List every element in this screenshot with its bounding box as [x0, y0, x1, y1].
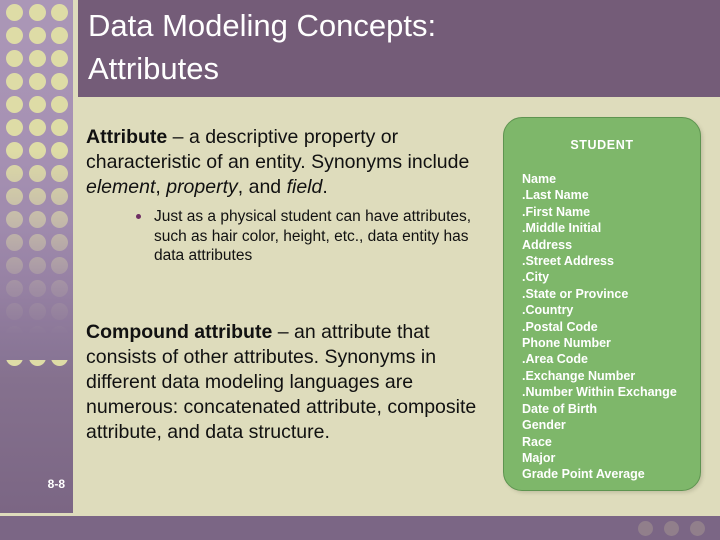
entity-attribute-item: Race	[522, 434, 552, 449]
entity-attribute-item: Date of Birth	[522, 401, 597, 416]
entity-attribute-item: .Exchange Number	[522, 368, 636, 383]
text-column: Attribute – a descriptive property or ch…	[86, 125, 496, 445]
list-item-label: Just as a physical student can have attr…	[154, 208, 472, 264]
sub-bullet-list: Just as a physical student can have attr…	[86, 207, 496, 266]
entity-name: STUDENT	[570, 138, 634, 152]
page-number: 8-8	[47, 477, 65, 491]
emphasis-field: field	[286, 176, 323, 198]
slide-title-band: Data Modeling Concepts: Attributes	[78, 0, 720, 97]
slide-body: Attribute – a descriptive property or ch…	[78, 102, 720, 513]
bottom-dot	[664, 521, 679, 536]
paragraph-attribute-text-b: .	[322, 176, 328, 198]
entity-attribute-item: .Number Within Exchange	[522, 385, 677, 400]
entity-attribute-item: Grade Point Average	[522, 467, 645, 482]
bullet-dot-icon	[136, 214, 141, 219]
separator-1: ,	[155, 176, 167, 198]
entity-attribute-item: .City	[522, 270, 550, 285]
entity-attribute-list: Name .Last Name .First Name .Middle Initial…	[522, 171, 694, 483]
list-item: Just as a physical student can have attr…	[114, 207, 496, 266]
emphasis-element: element	[86, 176, 156, 198]
entity-box-student: STUDENT Name .Last Name .First Name .Middle…	[503, 117, 701, 491]
entity-attribute-item: .Country	[522, 303, 574, 318]
bottom-dot	[638, 521, 653, 536]
term-compound-attribute: Compound attribute	[86, 320, 273, 343]
entity-attribute-item: .Street Address	[522, 254, 614, 269]
sidebar-fade-overlay	[0, 0, 73, 360]
entity-attribute-item: .Last Name	[522, 188, 589, 203]
separator-2: , and	[237, 176, 287, 198]
entity-attribute-item: Name	[522, 172, 557, 186]
entity-attribute-item: Address	[522, 237, 573, 252]
term-attribute: Attribute	[86, 126, 168, 148]
bottom-bar	[0, 516, 720, 540]
entity-attribute-item: Phone Number	[522, 336, 611, 351]
dash-2: –	[272, 320, 294, 343]
emphasis-property: property	[166, 176, 238, 198]
dash-1: –	[167, 126, 189, 148]
entity-attribute-item: .Middle Initial	[522, 221, 602, 236]
entity-attribute-item: .State or Province	[522, 286, 629, 301]
entity-attribute-item: .Postal Code	[522, 319, 598, 334]
bottom-dot-decoration	[638, 521, 710, 537]
paragraph-attribute: Attribute – a descriptive property or ch…	[86, 125, 496, 200]
presentation-slide: 8-8 Data Modeling Concepts: Attributes A…	[0, 0, 720, 540]
bottom-dot	[690, 521, 705, 536]
entity-attribute-item: Gender	[522, 418, 566, 433]
page-title: Data Modeling Concepts: Attributes	[88, 8, 437, 86]
paragraph-compound-attribute: Compound attribute – an attribute that c…	[86, 320, 496, 445]
decorative-sidebar: 8-8	[0, 0, 73, 513]
entity-attribute-item: .Area Code	[522, 352, 588, 367]
entity-attribute-item: .First Name	[522, 204, 591, 219]
entity-attribute-item: Major	[522, 450, 556, 465]
